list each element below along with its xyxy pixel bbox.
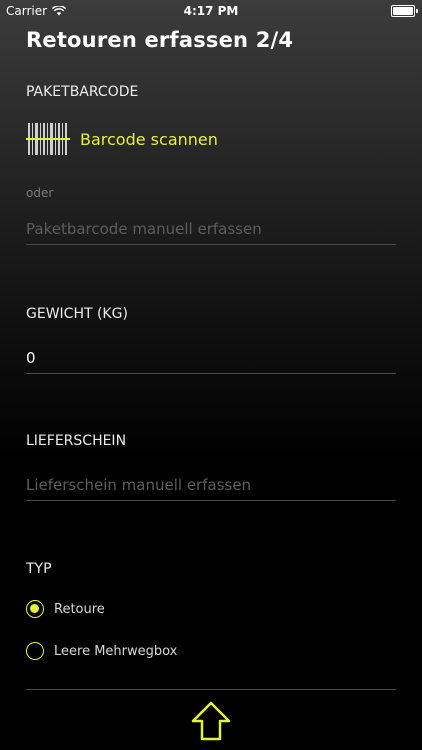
paketbarcode-input[interactable] (26, 214, 396, 245)
status-bar: Carrier 4:17 PM (0, 0, 422, 22)
radio-retoure-label: Retoure (54, 601, 105, 617)
radio-leere-mehrwegbox[interactable]: Leere Mehrwegbox (26, 642, 177, 660)
up-arrow-icon[interactable] (190, 701, 232, 741)
lieferschein-label: LIEFERSCHEIN (26, 433, 127, 449)
radio-retoure[interactable]: Retoure (26, 600, 105, 618)
barcode-icon (26, 123, 70, 155)
status-time: 4:17 PM (183, 4, 239, 18)
scan-barcode-label: Barcode scannen (80, 129, 218, 149)
gewicht-label: GEWICHT (KG) (26, 306, 128, 322)
radio-unchecked-icon[interactable] (26, 642, 44, 660)
scan-barcode-button[interactable]: Barcode scannen (26, 121, 218, 157)
page-title: Retouren erfassen 2/4 (26, 28, 294, 52)
paketbarcode-label: PAKETBARCODE (26, 84, 139, 100)
or-label: oder (26, 186, 54, 200)
battery-icon (391, 5, 418, 17)
radio-leere-mehrwegbox-label: Leere Mehrwegbox (54, 643, 178, 659)
lieferschein-input[interactable] (26, 470, 396, 501)
radio-checked-icon[interactable] (26, 600, 44, 618)
typ-label: TYP (26, 561, 52, 577)
divider (26, 689, 396, 690)
gewicht-input[interactable] (26, 343, 396, 374)
